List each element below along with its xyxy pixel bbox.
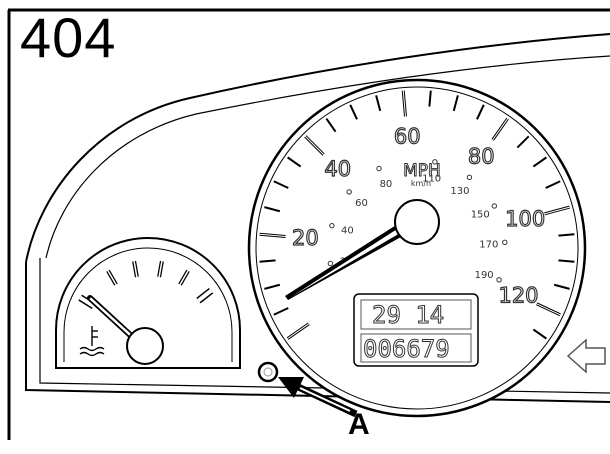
kmh-marker	[502, 239, 508, 246]
temperature-needle-hub	[126, 327, 164, 365]
mph-tick	[558, 259, 575, 263]
temperature-gauge	[55, 237, 241, 369]
kmh-label: 60	[355, 198, 368, 209]
mph-tick	[259, 259, 276, 263]
kmh-marker	[466, 174, 473, 181]
kmh-marker	[327, 260, 334, 267]
mph-label: 60	[394, 124, 421, 148]
kmh-marker	[376, 165, 382, 172]
kmh-label: 130	[450, 186, 469, 197]
mph-label: 120	[498, 283, 538, 307]
kmh-marker	[491, 203, 498, 209]
kmh-label: 40	[341, 226, 354, 237]
mph-tick	[428, 90, 432, 107]
kmh-label: 170	[479, 239, 498, 250]
odometer-reading: 006679	[363, 335, 450, 363]
kmh-label: 190	[475, 270, 494, 281]
mph-label: 40	[324, 157, 351, 181]
unit-mph-label: MPH	[403, 161, 441, 181]
left-arrow-icon	[566, 338, 606, 374]
mph-label: 80	[468, 144, 495, 168]
speedometer-needle-hub	[394, 199, 440, 245]
callout-target	[257, 361, 279, 383]
figure-number: 404	[20, 6, 117, 69]
callout-label: A	[348, 408, 370, 441]
odometer-display: 29 14 006679	[353, 293, 479, 367]
mph-tick	[558, 233, 575, 237]
trip-meter-reading: 29 14	[372, 301, 444, 329]
mph-label: 100	[505, 207, 545, 231]
kmh-label: 80	[380, 179, 393, 190]
mph-label: 20	[292, 226, 319, 250]
unit-kmh-label: km/h	[411, 179, 431, 188]
kmh-marker	[329, 222, 335, 229]
speedometer: 20406080100120 20406080110130150170190 M…	[247, 78, 587, 418]
kmh-marker	[346, 189, 352, 195]
kmh-marker	[496, 277, 502, 283]
instrument-cluster-diagram: 20406080100120 20406080110130150170190 M…	[0, 0, 610, 449]
kmh-label: 150	[471, 210, 490, 221]
